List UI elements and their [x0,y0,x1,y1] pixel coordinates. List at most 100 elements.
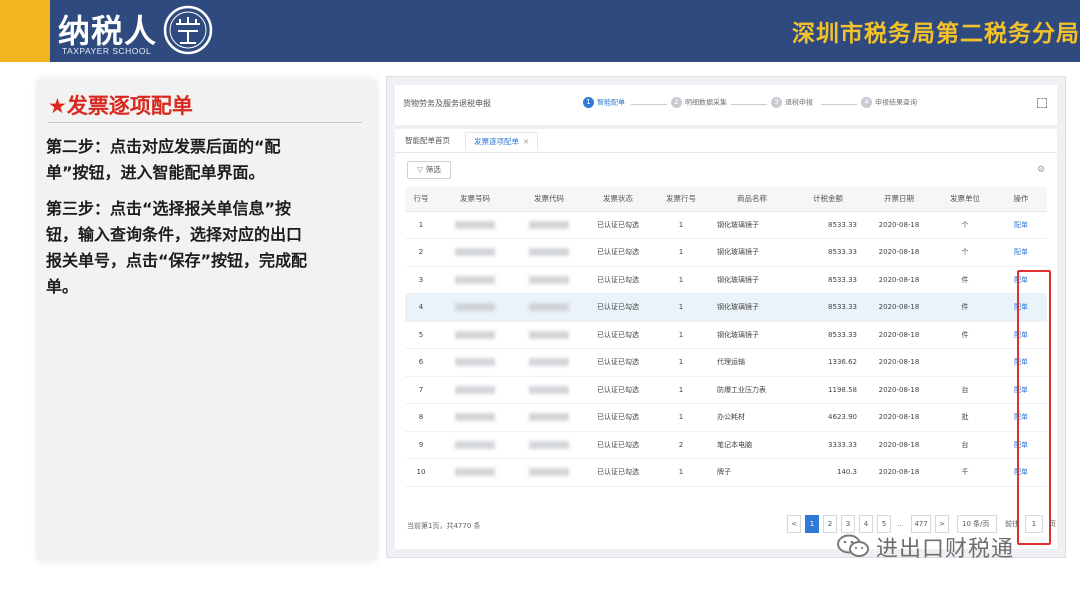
column-header: 操作 [995,187,1047,212]
cell-line-no: 4 [405,293,437,322]
tab-invoice-matching[interactable]: 发票逐项配单 × [465,132,539,151]
match-link[interactable]: 配单 [995,238,1047,267]
cell-invoice-date: 2020-08-18 [863,458,935,487]
cell-product-name: 钢化玻璃镜子 [711,293,793,322]
redacted-value [529,330,569,339]
cell-invoice-code [513,293,585,322]
cell-invoice-line: 1 [651,293,711,322]
cell-product-name: 钢化玻璃镜子 [711,238,793,267]
redacted-value [529,358,569,367]
redacted-value [529,303,569,312]
header-accent-bar [0,0,50,62]
cell-line-no: 1 [405,211,437,239]
cell-invoice-date: 2020-08-18 [863,403,935,432]
taxpayer-school-logo: 纳税人 TAXPAYER SCHOOL [58,4,218,58]
column-header: 开票日期 [863,187,935,212]
cell-invoice-number [437,321,513,349]
redacted-value [455,303,495,312]
column-header: 发票状态 [585,187,651,212]
operation-column-highlight [1017,270,1051,545]
cell-product-name: 钢化玻璃镜子 [711,321,793,349]
cell-invoice-number [437,348,513,377]
column-header: 计税金额 [793,187,863,212]
cell-invoice-number [437,403,513,432]
cell-unit: 个 [935,211,995,239]
card-divider [48,122,362,123]
tab-close-icon[interactable]: × [523,137,529,146]
cell-invoice-number [437,211,513,239]
step-three-text: 第三步：点击“选择报关单信息”按钮，输入查询条件，选择对应的出口报关单号，点击“… [46,199,308,296]
cell-invoice-line: 1 [651,266,711,294]
cell-invoice-line: 2 [651,431,711,459]
watermark-text: 进出口财税通 [876,537,1015,562]
table-row[interactable]: 3 已认证已勾选 1 钢化玻璃镜子 8533.33 2020-08-18 件配单 [405,266,1047,294]
match-button[interactable]: 配单 [1014,221,1028,229]
cell-invoice-line: 1 [651,403,711,432]
wizard-step-4[interactable]: 4 申报结果查询 [861,97,917,113]
cell-invoice-status: 已认证已勾选 [585,431,651,459]
prev-page-button[interactable]: < [787,515,801,533]
cell-invoice-date: 2020-08-18 [863,348,935,377]
tab-smart-matching-home[interactable]: 智能配单首页 [405,135,450,146]
redacted-value [455,220,495,229]
step-two-text: 第二步：点击对应发票后面的“配单”按钮，进入智能配单界面。 [46,137,281,182]
bureau-name: 深圳市税务局第二税务分局 [792,21,1080,47]
table-row[interactable]: 9 已认证已勾选 2 笔记本电脑 3333.33 2020-08-18 台配单 [405,431,1047,459]
cell-unit: 台 [935,431,995,459]
cell-invoice-number [437,458,513,487]
table-row[interactable]: 8 已认证已勾选 1 办公耗材 4623.90 2020-08-18 批配单 [405,403,1047,432]
filter-icon: ▽ [417,165,423,174]
cell-invoice-code [513,238,585,267]
table-row[interactable]: 2 已认证已勾选 1 钢化玻璃镜子 8533.33 2020-08-18 个 配单 [405,238,1047,267]
wizard-step-2[interactable]: 2 明细数据采集 [671,97,727,113]
goto-page-input[interactable]: 1 [1025,515,1043,533]
cell-unit: 件 [935,293,995,322]
page-button[interactable]: 3 [841,515,855,533]
cell-taxable-amount: 8533.33 [793,293,863,322]
cell-product-name: 代理运输 [711,348,793,377]
match-button[interactable]: 配单 [1014,248,1028,256]
table-row[interactable]: 10 已认证已勾选 1 牌子 140.3 2020-08-18 千配单 [405,458,1047,487]
table-row[interactable]: 5 已认证已勾选 1 钢化玻璃镜子 8533.33 2020-08-18 件配单 [405,321,1047,349]
cell-invoice-date: 2020-08-18 [863,266,935,294]
table-row[interactable]: 1 已认证已勾选 1 钢化玻璃镜子 8533.33 2020-08-18 个配单 [405,211,1047,239]
cell-unit: 批 [935,403,995,432]
redacted-value [455,468,495,477]
wizard-step-3[interactable]: 3 退税申报 [771,97,813,113]
redacted-value [455,385,495,394]
table-row[interactable]: 4 已认证已勾选 1 钢化玻璃镜子 8533.33 2020-08-18 件配单 [405,293,1047,322]
cell-invoice-code [513,266,585,294]
cell-invoice-date: 2020-08-18 [863,376,935,404]
cell-invoice-status: 已认证已勾选 [585,238,651,267]
table-row[interactable]: 6 已认证已勾选 1 代理运输 1336.62 2020-08-18 配单 [405,348,1047,377]
cell-invoice-number [437,431,513,459]
redacted-value [529,385,569,394]
cell-product-name: 办公耗材 [711,403,793,432]
content-panel: 智能配单首页 发票逐项配单 × ▽ 筛选 ⚙ 行号 发票号码 发票代码 发票状态 发… [395,129,1057,549]
filter-button[interactable]: ▽ 筛选 [407,161,451,179]
wizard-connector [631,104,667,105]
cell-unit: 千 [935,458,995,487]
page-button[interactable]: 4 [859,515,873,533]
match-link[interactable]: 配单 [995,211,1047,239]
wizard-header: 货物劳务及服务退税申报 1 智能配单 2 明细数据采集 3 退税申报 4 申报结果查询 [395,85,1057,125]
cell-invoice-code [513,431,585,459]
column-settings-icon[interactable]: ⚙ [1037,165,1047,175]
redacted-value [455,330,495,339]
cell-invoice-number [437,376,513,404]
table-row[interactable]: 7 已认证已勾选 1 防爆工业压力表 1198.58 2020-08-18 台配单 [405,376,1047,404]
page-button[interactable]: 2 [823,515,837,533]
cell-unit: 件 [935,266,995,294]
wizard-step-1[interactable]: 1 智能配单 [583,97,625,113]
tab-bar: 智能配单首页 发票逐项配单 × [395,129,1057,153]
column-header: 发票号码 [437,187,513,212]
column-header: 发票单位 [935,187,995,212]
cell-invoice-status: 已认证已勾选 [585,403,651,432]
redacted-value [455,248,495,257]
cell-taxable-amount: 4623.90 [793,403,863,432]
cell-invoice-code [513,458,585,487]
page-button[interactable]: 1 [805,515,819,533]
cell-invoice-date: 2020-08-18 [863,238,935,267]
cell-unit: 件 [935,321,995,349]
fullscreen-icon[interactable] [1037,98,1047,108]
